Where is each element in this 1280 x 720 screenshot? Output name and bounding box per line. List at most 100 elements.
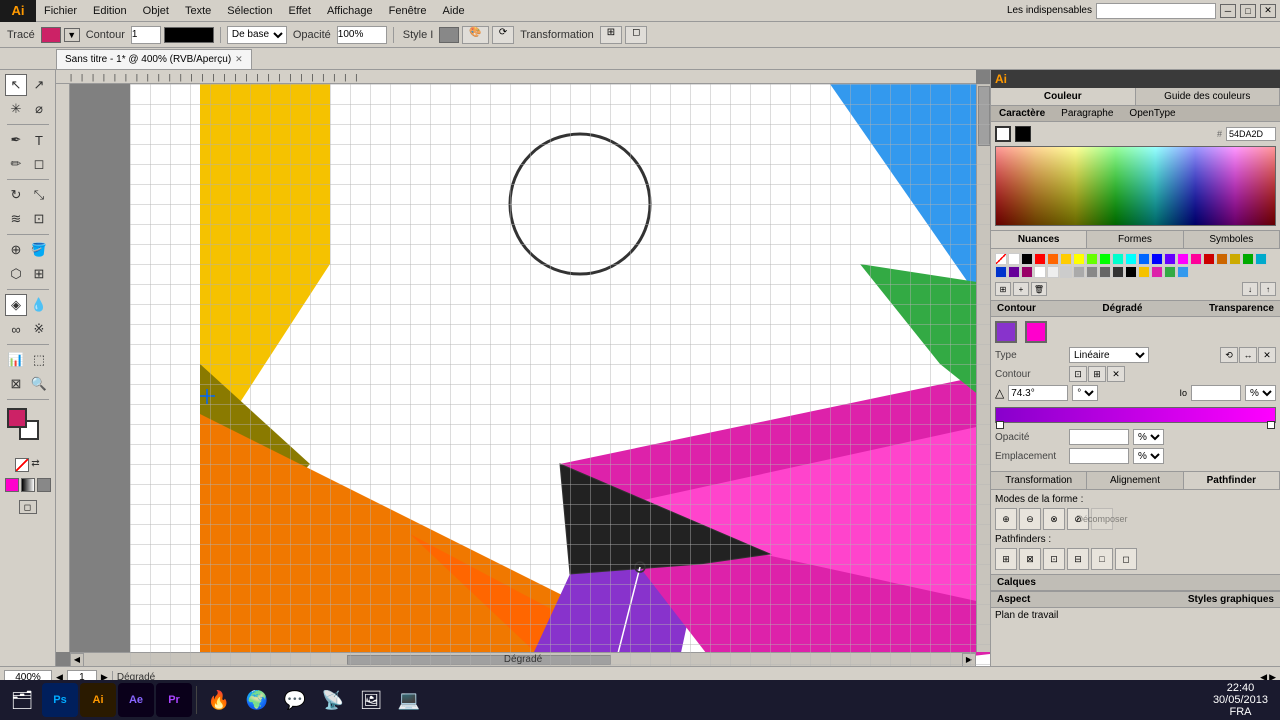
warp-tool[interactable]: ≋ (5, 208, 27, 230)
direct-selection-tool[interactable]: ↗ (28, 74, 50, 96)
align-button[interactable]: ⊞ (600, 26, 622, 44)
swatch-darkred[interactable] (1203, 253, 1215, 265)
stroke-size-input[interactable] (131, 26, 161, 44)
color-white-swatch[interactable] (995, 126, 1011, 142)
menu-selection[interactable]: Sélection (219, 0, 280, 22)
aspect-header[interactable]: Aspect Styles graphiques (991, 592, 1280, 608)
angle-select[interactable]: ° (1072, 385, 1098, 401)
swatches-delete-btn[interactable]: 🗑 (1031, 282, 1047, 296)
degrade-swatch2[interactable] (1025, 321, 1047, 343)
tab-alignement[interactable]: Alignement (1087, 472, 1183, 489)
stroke-swatch[interactable] (164, 27, 214, 43)
degrade-btn2[interactable]: ↔ (1239, 347, 1257, 363)
degrade-btn3[interactable]: ✕ (1258, 347, 1276, 363)
artboard-tool[interactable]: ⬚ (28, 349, 50, 371)
fg-color-swatch[interactable] (7, 408, 27, 428)
taskbar-aftereffects-btn[interactable]: Ae (118, 683, 154, 717)
emplacement-select[interactable]: % (1133, 448, 1164, 464)
swatch-darkcyan[interactable] (1255, 253, 1267, 265)
menu-edition[interactable]: Edition (85, 0, 135, 22)
transparence-tab[interactable]: Transparence (1209, 303, 1274, 314)
swatch-mgray2[interactable] (1086, 266, 1098, 278)
menu-fenetre[interactable]: Fenêtre (381, 0, 435, 22)
taskbar-chrome-btn[interactable]: 🌍 (239, 683, 275, 717)
hscroll-prev-button[interactable]: ◀ (70, 653, 84, 667)
shape-builder-tool[interactable]: ⊕ (5, 239, 27, 261)
swatch-dgray1[interactable] (1099, 266, 1111, 278)
swatch-lgray2[interactable] (1047, 266, 1059, 278)
eraser-tool[interactable]: ◻ (28, 153, 50, 175)
horizontal-scrollbar[interactable]: ◀ ▶ Dégradé (70, 652, 976, 666)
pf-merge[interactable]: ⊡ (1043, 548, 1065, 570)
artwork-canvas[interactable] (130, 84, 990, 666)
gradient-mode-button[interactable] (21, 478, 35, 492)
menu-fichier[interactable]: Fichier (36, 0, 85, 22)
perspective-tool[interactable]: ⬡ (5, 263, 27, 285)
pf-decompose-btn[interactable]: Décomposer (1091, 508, 1113, 530)
pf-mode-unite[interactable]: ⊕ (995, 508, 1017, 530)
gradient-bar[interactable] (995, 407, 1276, 423)
swatch-purple[interactable] (1164, 253, 1176, 265)
taskbar-skype-btn[interactable]: 💬 (277, 683, 313, 717)
hscroll-thumb[interactable] (347, 655, 610, 665)
mesh-tool[interactable]: ⊞ (28, 263, 50, 285)
menu-affichage[interactable]: Affichage (319, 0, 381, 22)
vscroll-thumb[interactable] (978, 86, 990, 146)
pattern-mode-button[interactable] (37, 478, 51, 492)
swatch-dgray2[interactable] (1112, 266, 1124, 278)
swatch-navy[interactable] (1151, 253, 1163, 265)
swatches-options-btn[interactable]: ⊞ (995, 282, 1011, 296)
fill-options-button[interactable]: ▼ (64, 28, 80, 42)
swatch-extra4[interactable] (1177, 266, 1189, 278)
pf-outline[interactable]: □ (1091, 548, 1113, 570)
swatch-none[interactable] (995, 253, 1007, 265)
menu-objet[interactable]: Objet (135, 0, 177, 22)
tab-pathfinder[interactable]: Pathfinder (1184, 472, 1280, 489)
color-black-swatch[interactable] (1015, 126, 1031, 142)
opacity-input[interactable] (337, 26, 387, 44)
ratio-select[interactable]: % (1245, 385, 1276, 401)
contour-tab[interactable]: Contour (997, 303, 1036, 314)
degrade-swatch1[interactable] (995, 321, 1017, 343)
vertical-scrollbar[interactable] (976, 84, 990, 652)
swatch-orange[interactable] (1047, 253, 1059, 265)
style-swatch[interactable] (439, 27, 459, 43)
swatch-lgray1[interactable] (1034, 266, 1046, 278)
caractere-panel-title[interactable]: Caractère (991, 106, 1053, 121)
pencil-tool[interactable]: ✏ (5, 153, 27, 175)
slice-tool[interactable]: ⊠ (5, 373, 27, 395)
swatch-darkyellow[interactable] (1229, 253, 1241, 265)
color-spectrum[interactable] (995, 146, 1276, 226)
swatch-yellow2[interactable] (1073, 253, 1085, 265)
tab-transformation[interactable]: Transformation (991, 472, 1087, 489)
swatch-darkgreen[interactable] (1242, 253, 1254, 265)
tab-close-button[interactable]: ✕ (235, 54, 243, 65)
fill-swatch[interactable] (41, 27, 61, 43)
contour-btn1[interactable]: ⊡ (1069, 366, 1087, 382)
selection-tool[interactable]: ↖ (5, 74, 27, 96)
swatch-pink[interactable] (1190, 253, 1202, 265)
gradient-stop-right[interactable] (1267, 421, 1275, 429)
column-graph-tool[interactable]: 📊 (5, 349, 27, 371)
pf-minus-back[interactable]: ◻ (1115, 548, 1137, 570)
opacity-value-input[interactable] (1069, 429, 1129, 445)
menu-effet[interactable]: Effet (281, 0, 319, 22)
symbol-tool[interactable]: ※ (28, 318, 50, 340)
swatch-cyan[interactable] (1125, 253, 1137, 265)
emplacement-input[interactable] (1069, 448, 1129, 464)
tab-formes[interactable]: Formes (1087, 231, 1183, 248)
swatch-darkpurple[interactable] (1008, 266, 1020, 278)
document-tab[interactable]: Sans titre - 1* @ 400% (RVB/Aperçu) ✕ (56, 49, 252, 69)
recolor-button[interactable]: 🎨 (462, 26, 488, 44)
swatch-extra1[interactable] (1138, 266, 1150, 278)
swatch-red[interactable] (1034, 253, 1046, 265)
pf-mode-minus-front[interactable]: ⊖ (1019, 508, 1041, 530)
scale-tool[interactable]: ⤡ (28, 184, 50, 206)
pf-mode-intersect[interactable]: ⊗ (1043, 508, 1065, 530)
swatch-darkblue[interactable] (995, 266, 1007, 278)
calques-header[interactable]: Calques (991, 575, 1280, 591)
tab-nuances[interactable]: Nuances (991, 231, 1087, 248)
swatch-green[interactable] (1099, 253, 1111, 265)
swatch-magenta[interactable] (1177, 253, 1189, 265)
swatch-white[interactable] (1008, 253, 1020, 265)
